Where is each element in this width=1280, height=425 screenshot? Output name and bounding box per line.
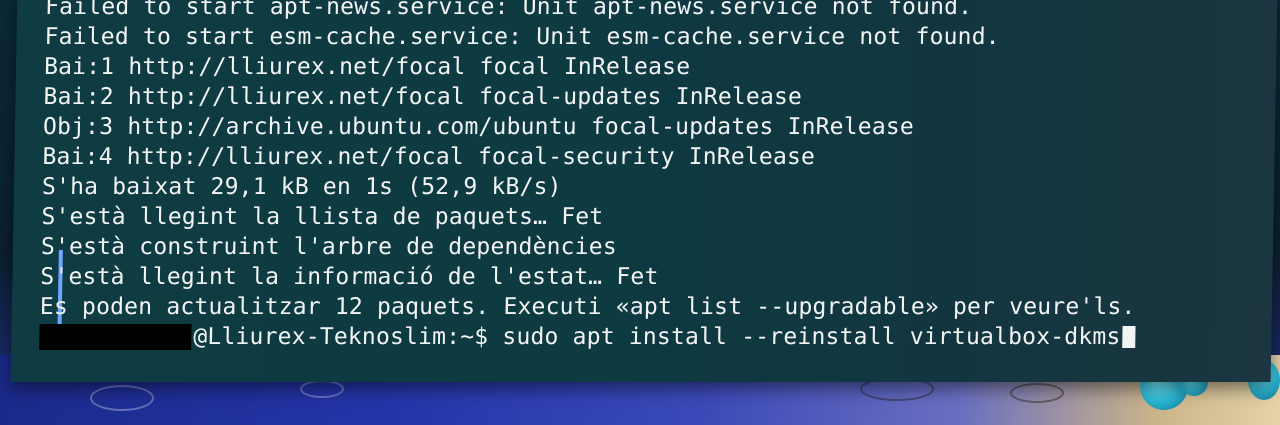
wallpaper-swirl bbox=[1010, 383, 1064, 403]
terminal-line: S'està llegint la informació de l'estat…… bbox=[40, 264, 659, 290]
terminal-line: Failed to start esm-cache.service: Unit … bbox=[44, 24, 1001, 50]
desktop-photo: Failed to start apt-news.service: Unit a… bbox=[0, 0, 1280, 425]
wallpaper-swirl bbox=[90, 385, 154, 411]
terminal-line: Es poden actualitzar 12 paquets. Executi… bbox=[39, 294, 1136, 320]
terminal-line: Failed to start apt-news.service: Unit a… bbox=[44, 0, 973, 20]
terminal-line: Bai:4 http://lliurex.net/focal focal-sec… bbox=[42, 144, 816, 170]
text-cursor bbox=[1122, 326, 1136, 348]
terminal-line: Bai:2 http://lliurex.net/focal focal-upd… bbox=[43, 84, 803, 110]
terminal-line: S'està construint l'arbre de dependèncie… bbox=[40, 234, 618, 260]
terminal-window[interactable]: Failed to start apt-news.service: Unit a… bbox=[10, 0, 1278, 382]
terminal-prompt[interactable]: @Lliurex-Teknoslim:~$ sudo apt install -… bbox=[39, 322, 1260, 352]
prompt-command[interactable]: sudo apt install --reinstall virtualbox-… bbox=[488, 322, 1121, 352]
terminal-line: S'està llegint la llista de paquets… Fet bbox=[41, 204, 604, 230]
terminal-output[interactable]: Failed to start apt-news.service: Unit a… bbox=[39, 0, 1265, 352]
wallpaper-swirl bbox=[300, 380, 344, 398]
prompt-host: @Lliurex-Teknoslim:~$ bbox=[193, 324, 489, 350]
redacted-username bbox=[39, 324, 192, 350]
terminal-line: Bai:1 http://lliurex.net/focal focal InR… bbox=[43, 54, 691, 80]
terminal-line: Obj:3 http://archive.ubuntu.com/ubuntu f… bbox=[42, 114, 915, 140]
terminal-line: S'ha baixat 29,1 kB en 1s (52,9 kB/s) bbox=[41, 174, 562, 200]
